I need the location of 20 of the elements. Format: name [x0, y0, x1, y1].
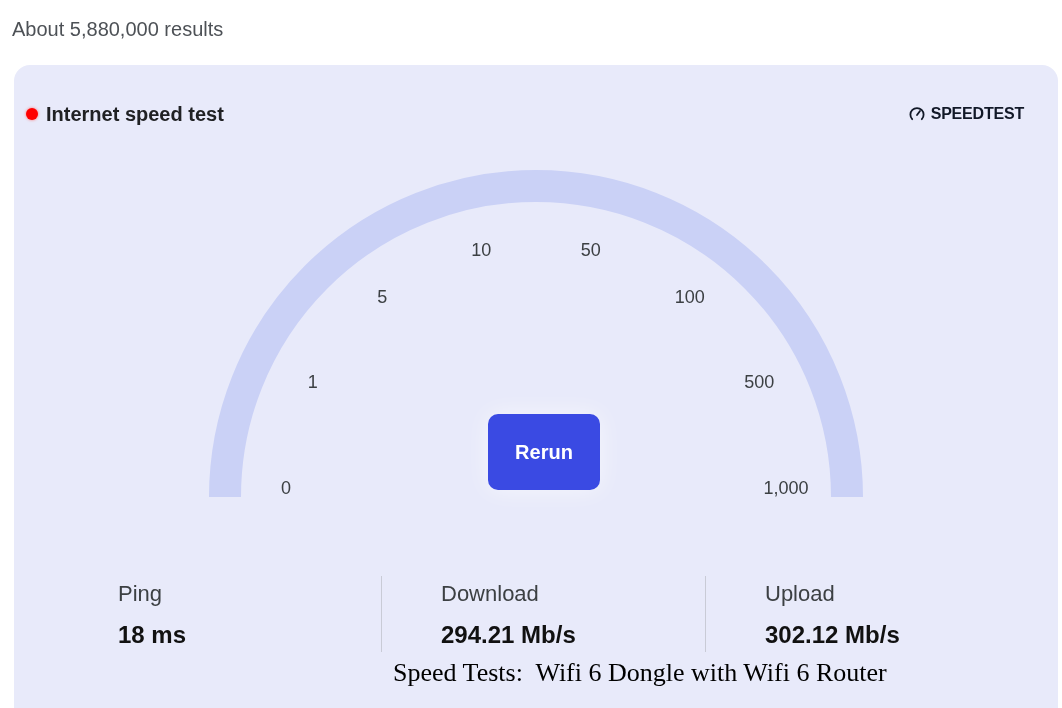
- stat-label: Ping: [118, 580, 163, 608]
- stat-label: Download: [441, 580, 539, 608]
- rerun-button[interactable]: Rerun: [488, 414, 600, 490]
- gauge-scale-label: 1,000: [763, 476, 809, 499]
- gauge-scale-label: 500: [744, 370, 775, 393]
- gauge-scale-label: 1: [307, 370, 318, 393]
- stat-value: 302.12 Mb/s: [765, 620, 900, 650]
- gauge-scale-label: 100: [674, 285, 705, 308]
- stat-value: 18 ms: [118, 620, 187, 650]
- gauge-icon: [908, 106, 925, 122]
- stat-label: Upload: [765, 580, 835, 608]
- brand-logo-text: SPEEDTEST: [930, 104, 1024, 124]
- caption-text: Speed Tests: Wifi 6 Dongle with Wifi 6 Router: [393, 658, 887, 688]
- gauge-scale-label: 0: [281, 476, 292, 499]
- gauge-scale-label: 10: [471, 239, 492, 262]
- gauge-scale-label: 50: [580, 239, 601, 262]
- gauge-scale-label: 5: [377, 285, 388, 308]
- results-count: About 5,880,000 results: [12, 17, 224, 42]
- stat-value: 294.21 Mb/s: [441, 620, 576, 650]
- widget-title: Internet speed test: [46, 102, 224, 127]
